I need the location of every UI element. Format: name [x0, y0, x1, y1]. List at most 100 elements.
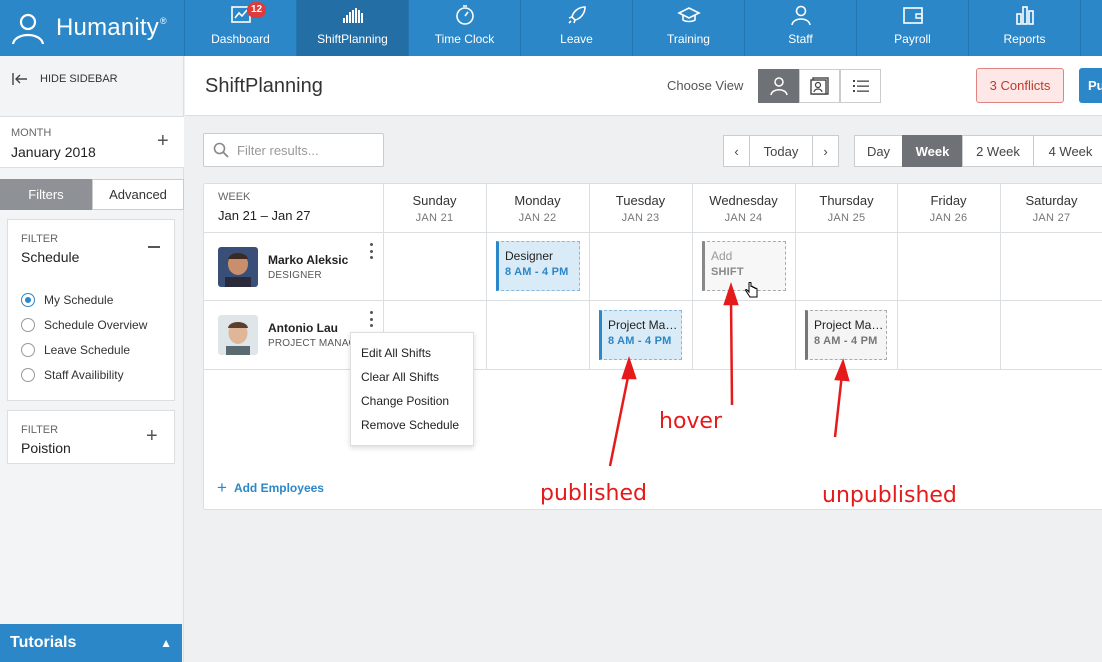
nav-label: Payroll	[894, 32, 931, 46]
next-week-button[interactable]: ›	[812, 135, 839, 167]
view-4week-button[interactable]: 4 Week	[1033, 135, 1102, 167]
conflicts-button[interactable]: 3 Conflicts	[976, 68, 1064, 103]
tutorials-label: Tutorials	[10, 634, 77, 651]
add-employees-button[interactable]: + Add Employees	[217, 478, 324, 498]
divider	[204, 232, 1102, 233]
menu-item-remove-schedule[interactable]: Remove Schedule	[351, 413, 473, 437]
view-employee-button[interactable]	[758, 69, 799, 103]
shift-title: Add	[711, 249, 733, 263]
month-label: MONTH	[11, 127, 52, 139]
shift-card-published[interactable]: Project Manager 8 AM - 4 PM	[599, 310, 682, 360]
employee-role: PROJECT MANAGER	[268, 338, 350, 349]
timeclock-icon	[455, 5, 474, 25]
schedule-options: My Schedule Schedule Overview Leave Sche…	[21, 287, 147, 387]
view-list-button[interactable]	[840, 69, 881, 103]
radio-leave-schedule[interactable]: Leave Schedule	[21, 337, 147, 362]
id-card-icon	[809, 77, 829, 95]
radio-staff-availability[interactable]: Staff Availibility	[21, 362, 147, 387]
menu-item-change-position[interactable]: Change Position	[351, 389, 473, 413]
expand-plus-icon[interactable]: +	[146, 425, 158, 448]
hide-sidebar-button[interactable]: HIDE SIDEBAR	[0, 56, 158, 101]
schedule-filter-panel: FILTER Schedule My Schedule Schedule Ove…	[7, 219, 175, 401]
nav-timeclock[interactable]: Time Clock	[408, 0, 520, 56]
day-date: JAN 25	[827, 212, 866, 224]
shift-time: 8 AM - 4 PM	[505, 266, 569, 278]
view-week-button[interactable]: Week	[902, 135, 963, 167]
radio-button-selected[interactable]	[21, 292, 35, 307]
hide-sidebar-label: HIDE SIDEBAR	[40, 72, 118, 85]
plus-icon: +	[217, 478, 227, 497]
more-vertical-icon[interactable]	[368, 243, 374, 259]
more-vertical-icon[interactable]	[368, 311, 374, 327]
shift-time: SHIFT	[711, 266, 744, 278]
nav-label: Reports	[1003, 32, 1046, 46]
tab-filters[interactable]: Filters	[0, 179, 92, 210]
humanity-logo[interactable]: Humanity ®	[0, 0, 184, 56]
radio-button[interactable]	[21, 317, 35, 332]
view-day-button[interactable]: Day	[854, 135, 903, 167]
shift-title: Project Manager	[608, 318, 681, 332]
day-date: JAN 24	[724, 212, 763, 224]
chevron-right-icon: ›	[823, 143, 828, 159]
radio-button[interactable]	[21, 367, 35, 382]
menu-item-edit-all-shifts[interactable]: Edit All Shifts	[351, 341, 473, 365]
shift-time: 8 AM - 4 PM	[814, 335, 878, 347]
publish-button[interactable]: Publish	[1079, 68, 1102, 103]
nav-label: Leave	[560, 32, 593, 46]
employee-name[interactable]: Antonio Lau	[268, 321, 338, 335]
month-add-icon[interactable]: +	[157, 130, 169, 153]
collapse-minus-icon[interactable]	[148, 246, 160, 248]
radio-label: Schedule Overview	[44, 317, 148, 332]
week-label: WEEK	[218, 191, 251, 203]
radio-label: My Schedule	[44, 292, 114, 307]
training-cap-icon	[676, 7, 701, 23]
tutorials-bar[interactable]: Tutorials ▲	[0, 624, 182, 662]
nav-leave[interactable]: Leave	[520, 0, 632, 56]
radio-button[interactable]	[21, 342, 35, 357]
list-icon	[852, 80, 869, 92]
annotation-hover: hover	[659, 409, 723, 434]
employee-name[interactable]: Marko Aleksic	[268, 253, 348, 267]
filter-value: Schedule	[21, 249, 80, 265]
radio-my-schedule[interactable]: My Schedule	[21, 287, 147, 312]
nav-shiftplanning[interactable]: ShiftPlanning	[296, 0, 408, 56]
day-name: Tuesday	[615, 193, 666, 208]
employee-context-menu: Edit All Shifts Clear All Shifts Change …	[350, 332, 474, 446]
radio-label: Leave Schedule	[44, 342, 131, 357]
nav-label: ShiftPlanning	[317, 32, 388, 46]
today-button[interactable]: Today	[749, 135, 813, 167]
chevron-up-icon: ▲	[160, 636, 172, 650]
nav-training[interactable]: Training	[632, 0, 744, 56]
day-header-friday: Friday JAN 26	[897, 193, 1000, 224]
day-date: JAN 22	[518, 212, 557, 224]
shift-card-unpublished[interactable]: Project Manager 8 AM - 4 PM	[805, 310, 887, 360]
view-position-button[interactable]	[799, 69, 840, 103]
position-filter-panel: FILTER Poistion +	[7, 410, 175, 464]
filter-search-input[interactable]: Filter results...	[203, 133, 384, 167]
nav-payroll[interactable]: Payroll	[856, 0, 968, 56]
week-range: Jan 21 – Jan 27	[218, 208, 311, 223]
prev-week-button[interactable]: ‹	[723, 135, 750, 167]
nav-more[interactable]	[1080, 0, 1102, 56]
nav-reports[interactable]: Reports	[968, 0, 1080, 56]
dashboard-badge: 12	[247, 2, 267, 18]
menu-item-clear-all-shifts[interactable]: Clear All Shifts	[351, 365, 473, 389]
nav-label: Time Clock	[434, 32, 495, 46]
nav-dashboard[interactable]: 12 Dashboard	[184, 0, 296, 56]
payroll-wallet-icon	[902, 7, 923, 24]
shift-card-published[interactable]: Designer 8 AM - 4 PM	[496, 241, 580, 291]
day-name: Friday	[930, 193, 967, 208]
radio-schedule-overview[interactable]: Schedule Overview	[21, 312, 147, 337]
search-icon	[213, 142, 229, 158]
day-header-tuesday: Tuesday JAN 23	[589, 193, 692, 224]
view-2week-button[interactable]: 2 Week	[962, 135, 1034, 167]
day-header-sunday: Sunday JAN 21	[383, 193, 486, 224]
avatar	[218, 247, 258, 287]
staff-person-icon	[790, 5, 811, 26]
nav-staff[interactable]: Staff	[744, 0, 856, 56]
day-header-monday: Monday JAN 22	[486, 193, 589, 224]
nav-label: Dashboard	[211, 32, 270, 46]
sidebar-tabs: Filters Advanced	[0, 179, 184, 210]
shift-title: Project Manager	[814, 318, 886, 332]
tab-advanced[interactable]: Advanced	[92, 179, 184, 210]
